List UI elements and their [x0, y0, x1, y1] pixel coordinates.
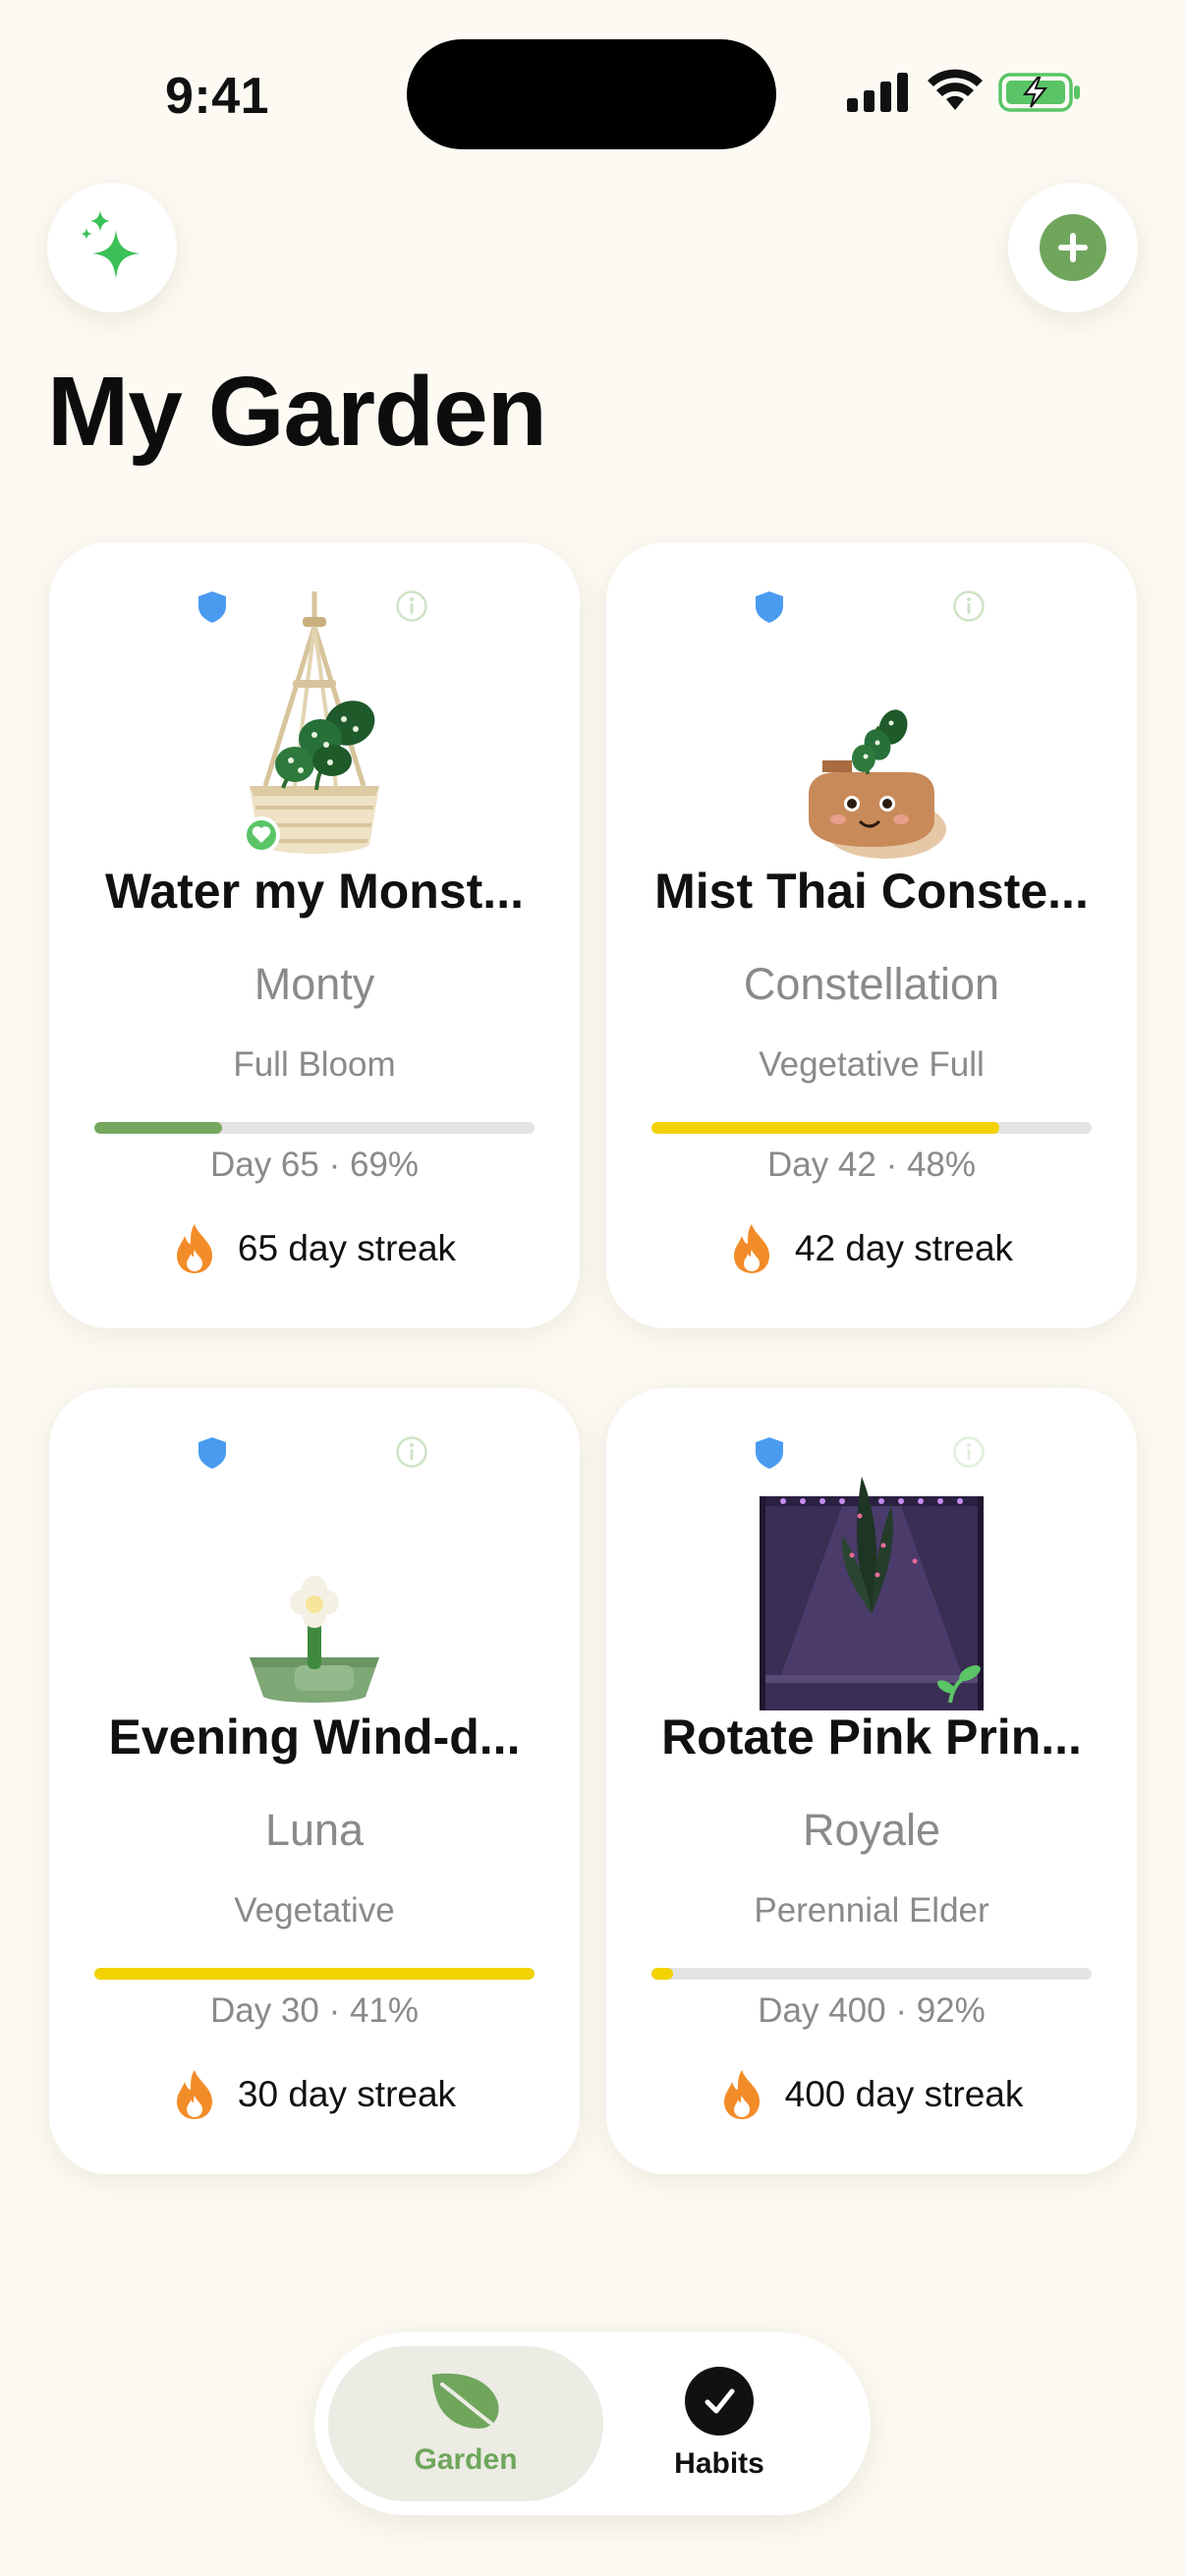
progress-bar [651, 1968, 1092, 1980]
progress-bar [94, 1968, 535, 1980]
add-habit-button[interactable] [1008, 183, 1138, 312]
shield-icon [756, 1437, 783, 1469]
cellular-signal-icon [847, 73, 908, 112]
dynamic-island [407, 39, 776, 149]
plant-name: Monty [254, 959, 375, 1009]
status-time: 9:41 [165, 68, 270, 125]
streak: 400 day streak [606, 2068, 1137, 2121]
grow-tent-plant-icon [760, 1477, 984, 1710]
growth-stage: Vegetative [234, 1891, 395, 1930]
habit-title: Evening Wind-d... [108, 1709, 521, 1764]
habit-title: Mist Thai Conste... [654, 864, 1089, 919]
plant-name: Constellation [743, 959, 1000, 1009]
plant-name: Royale [802, 1805, 941, 1855]
tab-label: Habits [674, 2447, 764, 2480]
habit-card[interactable]: Mist Thai Conste... Constellation Vegeta… [606, 542, 1137, 1328]
info-icon[interactable] [952, 1435, 986, 1469]
progress-fill [94, 1968, 535, 1980]
habit-card[interactable]: Evening Wind-d... Luna Vegetative Day 30… [49, 1388, 580, 2174]
ai-suggestions-button[interactable] [47, 183, 177, 312]
progress-bar [651, 1122, 1092, 1134]
wifi-icon [928, 69, 983, 110]
flame-icon [176, 1224, 212, 1273]
plant-name: Luna [264, 1805, 365, 1855]
habit-title: Rotate Pink Prin... [661, 1709, 1082, 1764]
smiling-pot-plant-icon [809, 709, 946, 859]
streak-label: 65 day streak [237, 1228, 457, 1268]
progress-fill [94, 1122, 222, 1134]
tab-label: Garden [414, 2443, 518, 2476]
growth-stage: Full Bloom [233, 1045, 396, 1084]
day-progress: Day 42 · 48% [766, 1146, 977, 1184]
day-progress: Day 65 · 69% [209, 1146, 420, 1184]
progress-bar [94, 1122, 535, 1134]
streak-label: 42 day streak [794, 1228, 1014, 1268]
hanging-basket-plant-icon [243, 591, 379, 854]
streak-label: 400 day streak [784, 2074, 1024, 2114]
battery-charging-icon [998, 73, 1080, 112]
progress-fill [651, 1968, 674, 1980]
habit-title: Water my Monst... [105, 864, 524, 919]
plus-icon [1040, 214, 1106, 281]
tab-garden[interactable]: Garden [328, 2346, 603, 2501]
habit-card[interactable]: Water my Monst... Monty Full Bloom Day 6… [49, 542, 580, 1328]
page-title: My Garden [47, 357, 547, 467]
checkmark-icon [685, 2367, 754, 2436]
streak: 42 day streak [606, 1222, 1137, 1275]
tab-habits[interactable]: Habits [582, 2346, 857, 2501]
tab-bar: Garden Habits [314, 2332, 871, 2515]
flame-icon [733, 1224, 769, 1273]
growth-stage: Vegetative Full [759, 1045, 985, 1084]
leaf-icon [432, 2373, 501, 2432]
growth-stage: Perennial Elder [754, 1891, 989, 1930]
status-bar: 9:41 [0, 0, 1185, 187]
progress-fill [651, 1122, 999, 1134]
flame-icon [723, 2070, 760, 2119]
day-progress: Day 30 · 41% [209, 1991, 420, 2030]
day-progress: Day 400 · 92% [758, 1991, 986, 2030]
sparkles-icon [81, 210, 140, 279]
streak: 65 day streak [49, 1222, 580, 1275]
habit-card[interactable]: Rotate Pink Prin... Royale Perennial Eld… [606, 1388, 1137, 2174]
bowl-sprout-plant-icon [250, 1576, 379, 1703]
streak-label: 30 day streak [237, 2074, 457, 2114]
flame-icon [176, 2070, 212, 2119]
streak: 30 day streak [49, 2068, 580, 2121]
